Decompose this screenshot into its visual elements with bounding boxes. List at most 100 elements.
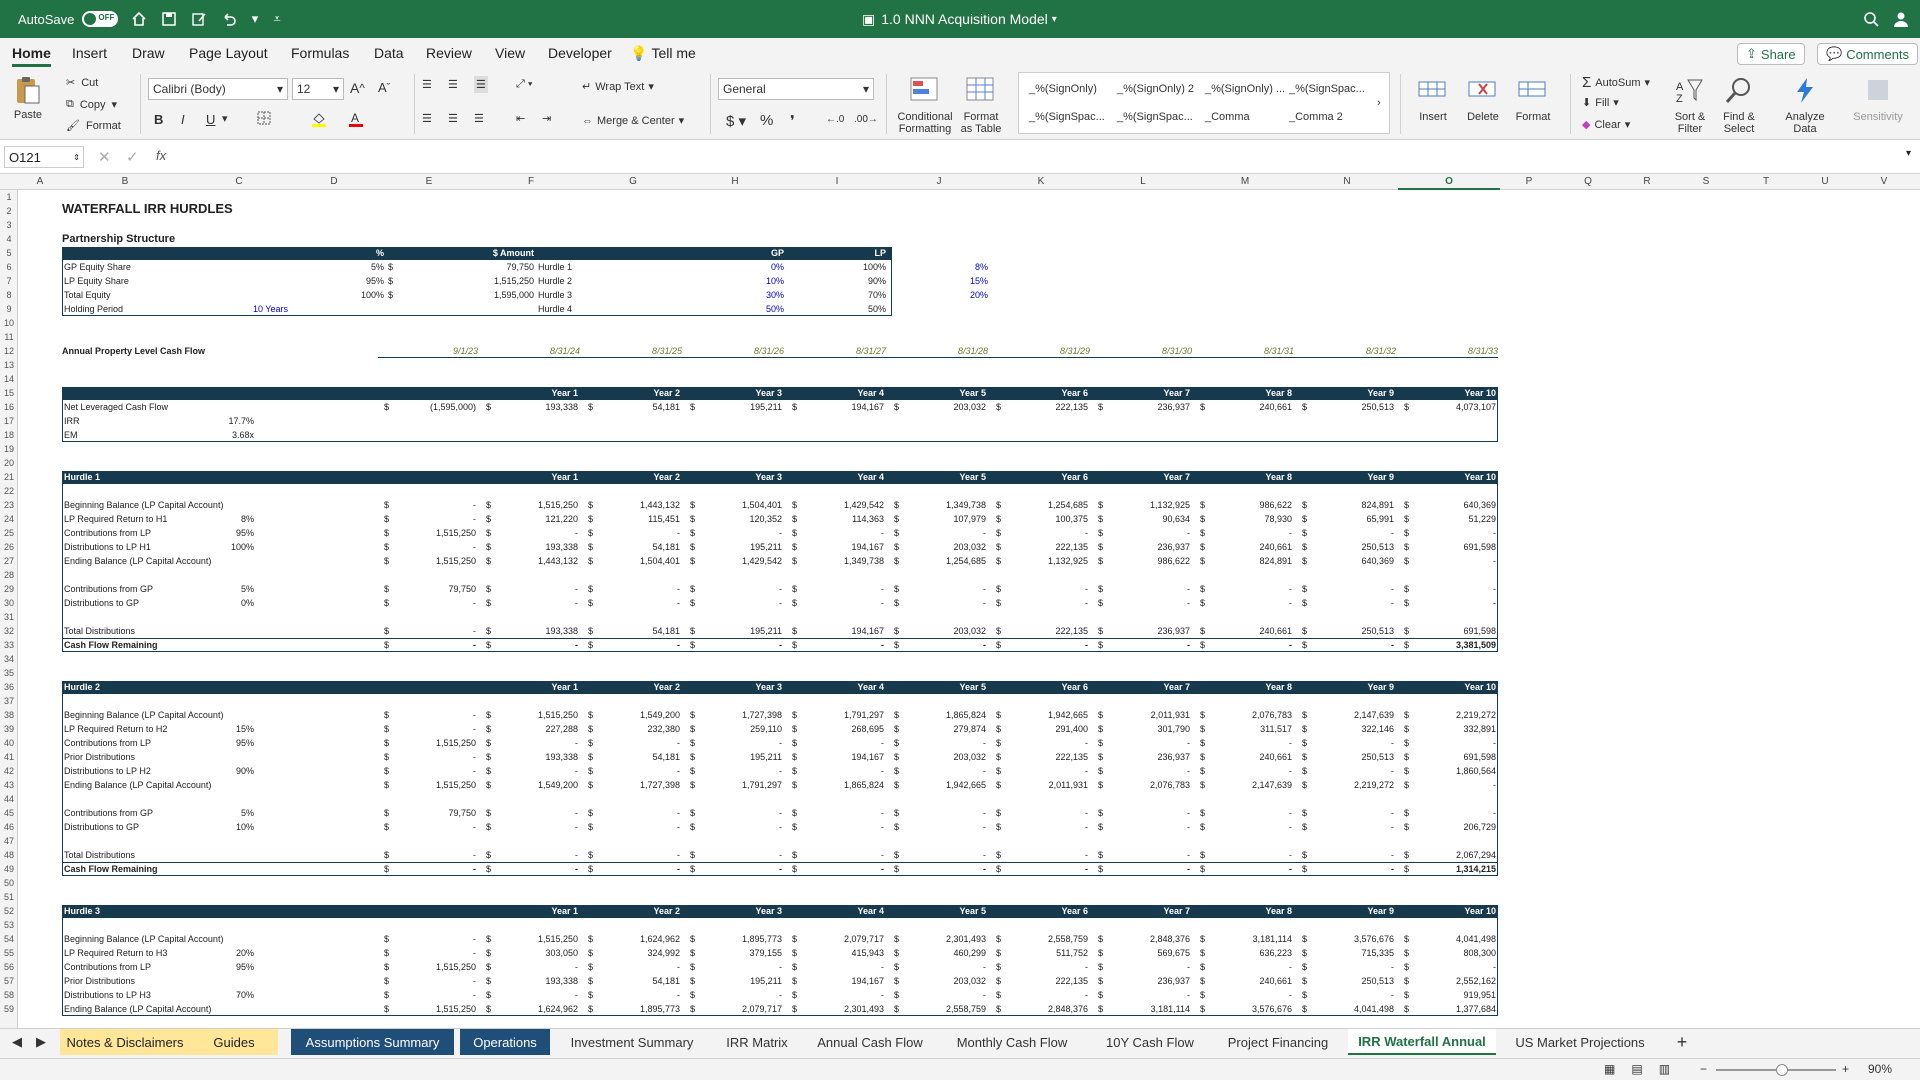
row-label[interactable]: EM <box>64 428 164 442</box>
chevron-down-icon[interactable]: ▾ <box>1052 14 1057 25</box>
analyze-data-button[interactable]: Analyze Data <box>1780 76 1830 135</box>
style-item[interactable]: _%(SignOnly) ... <box>1205 83 1285 95</box>
value-cell[interactable]: - <box>1194 736 1292 750</box>
value-cell[interactable]: 240,661 <box>1194 540 1292 554</box>
cell[interactable]: 50% <box>786 302 886 316</box>
row-label[interactable]: Total Equity <box>64 288 244 302</box>
date-cell[interactable]: 9/1/23 <box>378 344 478 358</box>
row-header[interactable]: 26 <box>0 540 18 554</box>
value-cell[interactable]: - <box>1296 988 1394 1002</box>
value-cell[interactable]: 268,695 <box>786 722 884 736</box>
value-cell[interactable]: - <box>786 988 884 1002</box>
decrease-font-button[interactable]: Aˇ <box>378 80 390 95</box>
cell-styles-gallery[interactable]: _%(SignOnly) _%(SignOnly) 2 _%(SignOnly)… <box>1018 72 1390 134</box>
value-cell[interactable]: 332,891 <box>1398 722 1496 736</box>
style-item[interactable]: _Comma 2 <box>1289 111 1343 123</box>
value-cell[interactable] <box>188 1002 254 1016</box>
column-header[interactable]: E <box>378 176 480 187</box>
value-cell[interactable]: - <box>378 764 476 778</box>
value-cell[interactable]: - <box>378 708 476 722</box>
value-cell[interactable]: 15% <box>188 722 254 736</box>
row-label[interactable]: Net Leveraged Cash Flow <box>64 400 264 414</box>
value-cell[interactable]: 1,349,738 <box>888 498 986 512</box>
value-cell[interactable]: - <box>684 960 782 974</box>
value-cell[interactable]: - <box>888 736 986 750</box>
column-header[interactable]: C <box>188 176 290 187</box>
value-cell[interactable]: 1,515,250 <box>378 554 476 568</box>
value-cell[interactable]: - <box>786 960 884 974</box>
value-cell[interactable]: 919,951 <box>1398 988 1496 1002</box>
value-cell[interactable]: 115,451 <box>582 512 680 526</box>
value-cell[interactable]: - <box>1398 582 1496 596</box>
date-cell[interactable]: 8/31/33 <box>1398 344 1498 358</box>
align-left-icon[interactable]: ☰ <box>422 112 432 125</box>
date-cell[interactable]: 8/31/27 <box>786 344 886 358</box>
format-painter-button[interactable]: 🖌 Format <box>66 119 121 133</box>
value-cell[interactable]: 195,211 <box>684 974 782 988</box>
value-cell[interactable]: 193,338 <box>480 540 578 554</box>
value-cell[interactable]: - <box>480 764 578 778</box>
font-size-select[interactable]: 12 ▾ <box>292 78 344 100</box>
cell[interactable]: 95% <box>290 274 384 288</box>
value-cell[interactable]: - <box>888 960 986 974</box>
value-cell[interactable]: - <box>1398 806 1496 820</box>
value-cell[interactable]: 279,874 <box>888 722 986 736</box>
tab-page-layout[interactable]: Page Layout <box>189 45 268 61</box>
date-cell[interactable]: 8/31/29 <box>990 344 1090 358</box>
value-cell[interactable]: 1,727,398 <box>684 708 782 722</box>
value-cell[interactable]: 824,891 <box>1296 498 1394 512</box>
value-cell[interactable]: 1,314,215 <box>1398 862 1496 876</box>
value-cell[interactable]: - <box>684 862 782 876</box>
customize-toolbar-icon[interactable]: ⩡ <box>272 10 282 28</box>
value-cell[interactable]: 222,135 <box>990 540 1088 554</box>
number-format-select[interactable]: General ▾ <box>718 78 874 100</box>
align-bottom-icon[interactable]: ☰ <box>474 76 488 93</box>
value-cell[interactable]: 3.68x <box>188 428 254 442</box>
value-cell[interactable]: - <box>990 764 1088 778</box>
row-label[interactable]: IRR <box>64 414 164 428</box>
value-cell[interactable]: 70% <box>188 988 254 1002</box>
row-header[interactable]: 27 <box>0 554 18 568</box>
value-cell[interactable]: - <box>1296 764 1394 778</box>
value-cell[interactable]: - <box>1092 638 1190 652</box>
value-cell[interactable]: - <box>786 862 884 876</box>
column-header[interactable]: D <box>290 176 378 187</box>
value-cell[interactable]: 195,211 <box>684 624 782 638</box>
value-cell[interactable]: 2,301,493 <box>786 1002 884 1016</box>
value-cell[interactable]: - <box>786 582 884 596</box>
value-cell[interactable]: 2,219,272 <box>1296 778 1394 792</box>
header-cell[interactable]: % <box>290 246 384 260</box>
cancel-icon[interactable]: ✕ <box>98 148 111 166</box>
zoom-out-icon[interactable]: − <box>1700 1062 1707 1076</box>
chevron-right-icon[interactable]: › <box>1377 97 1381 109</box>
row-header[interactable]: 23 <box>0 498 18 512</box>
value-cell[interactable]: 2,301,493 <box>888 932 986 946</box>
row-header[interactable]: 46 <box>0 820 18 834</box>
font-color-icon[interactable]: A <box>348 110 364 128</box>
value-cell[interactable]: - <box>888 638 986 652</box>
value-cell[interactable]: 236,937 <box>1092 974 1190 988</box>
value-cell[interactable]: - <box>378 820 476 834</box>
value-cell[interactable]: 232,380 <box>582 722 680 736</box>
save-icon[interactable] <box>160 10 178 28</box>
chevron-down-icon[interactable]: ▾ <box>250 10 260 28</box>
value-cell[interactable]: 54,181 <box>582 974 680 988</box>
value-cell[interactable]: - <box>1092 806 1190 820</box>
value-cell[interactable] <box>188 974 254 988</box>
value-cell[interactable]: - <box>684 764 782 778</box>
value-cell[interactable]: - <box>1194 582 1292 596</box>
value-cell[interactable]: 1,942,665 <box>990 708 1088 722</box>
value-cell[interactable]: 1,515,250 <box>378 736 476 750</box>
align-right-icon[interactable]: ☰ <box>474 112 484 125</box>
row-header[interactable]: 4 <box>0 232 18 246</box>
italic-button[interactable]: I <box>181 112 185 127</box>
increase-indent-icon[interactable]: ⇥ <box>542 112 551 125</box>
value-cell[interactable]: 2,147,639 <box>1194 778 1292 792</box>
value-cell[interactable]: 1,515,250 <box>378 778 476 792</box>
value-cell[interactable]: 2,147,639 <box>1296 708 1394 722</box>
account-icon[interactable] <box>1892 10 1910 28</box>
value-cell[interactable]: 1,895,773 <box>582 1002 680 1016</box>
value-cell[interactable]: - <box>684 988 782 1002</box>
value-cell[interactable]: 2,552,162 <box>1398 974 1496 988</box>
column-header[interactable]: J <box>888 176 990 187</box>
